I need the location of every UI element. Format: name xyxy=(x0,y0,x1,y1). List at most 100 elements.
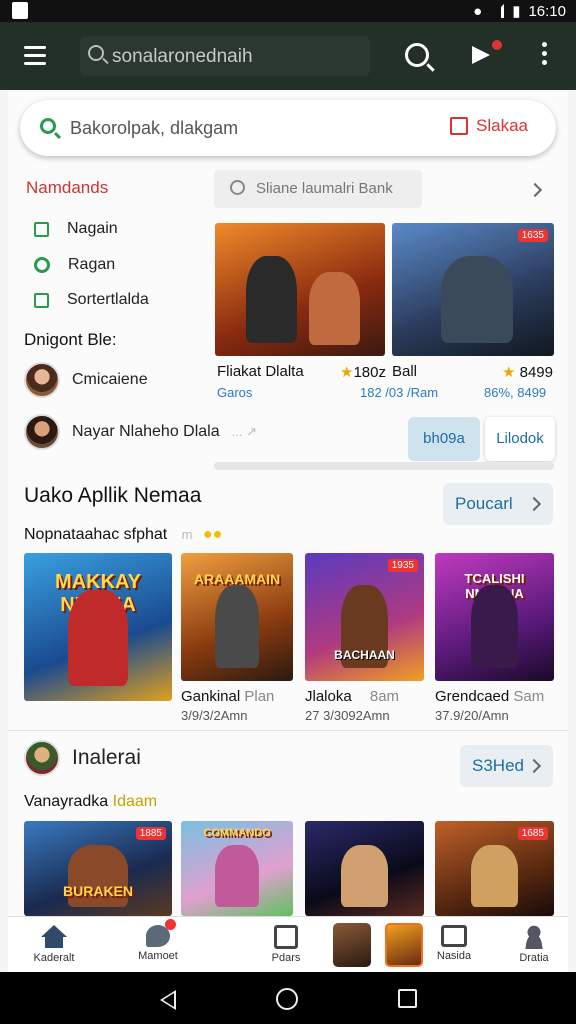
section-subtitle-text: Nopnataahac sfphat xyxy=(24,526,168,543)
check-icon xyxy=(34,292,49,308)
main-search-input[interactable]: Bakorolpak, dlakgam Slakaa xyxy=(20,100,556,156)
chevron-right-icon[interactable] xyxy=(527,182,543,198)
game-badge: 1885 xyxy=(135,827,166,840)
featured-game-art-1[interactable] xyxy=(215,223,385,356)
game-card-art-5[interactable]: 1885 BURAKEN xyxy=(24,821,172,916)
back-icon[interactable] xyxy=(160,990,176,1010)
game-name: Grendcaed Sam xyxy=(435,688,544,705)
sidebar-item-1[interactable]: Nagain xyxy=(34,220,118,238)
game-name: Jlaloka 8am xyxy=(305,688,399,705)
game-rating: ★ 8499 xyxy=(502,364,553,381)
sidebar-title: Namdands xyxy=(26,178,109,197)
nav-label: Nasida xyxy=(436,950,472,962)
menu-icon[interactable] xyxy=(24,46,46,65)
nav-item-mamoet[interactable]: Mamoet xyxy=(118,917,198,973)
game-card-art-2[interactable]: ARAAAMAIN xyxy=(181,553,293,681)
chevron-right-icon xyxy=(526,758,542,774)
status-time: 16:10 xyxy=(528,2,566,20)
main-search-placeholder: Bakorolpak, dlakgam xyxy=(70,118,239,138)
game-card-art-3[interactable]: 1935 BACHAAN xyxy=(305,553,424,681)
nav-item-pdars[interactable]: Pdars xyxy=(246,917,326,973)
search-icon xyxy=(230,180,245,195)
game-badge: 1935 xyxy=(387,559,418,572)
section-subtitle: Vanayradka Idaam xyxy=(24,793,157,811)
section-more-label: Poucarl xyxy=(455,494,513,513)
people-title: Dnigont Ble: xyxy=(24,330,117,349)
game-badge: 1685 xyxy=(517,827,548,840)
message-icon xyxy=(441,925,467,947)
divider xyxy=(8,730,568,731)
section-subtitle: Nopnataahac sfphat m ●● xyxy=(24,526,222,544)
nav-label: Kaderalt xyxy=(33,952,75,964)
person-item-1[interactable]: Cmicaiene xyxy=(24,362,148,398)
game-card-art-7[interactable] xyxy=(305,821,424,916)
nav-label: Mamoet xyxy=(138,950,178,962)
megaphone-icon[interactable] xyxy=(470,40,502,70)
game-rating-value: 180z xyxy=(353,364,386,381)
nav-item-home[interactable]: Kaderalt xyxy=(14,917,94,973)
game-card-art-6[interactable]: COMMANDO xyxy=(181,821,293,916)
game-rating: ★180z xyxy=(340,364,386,381)
home-circle-icon[interactable] xyxy=(276,988,298,1010)
sidebar-item-label: Ragan xyxy=(68,256,116,273)
section-more-button[interactable]: Poucarl xyxy=(443,483,553,525)
game-name: Gankinal Plan xyxy=(181,688,274,705)
featured-search-input[interactable]: Sliane laumalri Bank xyxy=(214,170,422,208)
section-more-label: S3Hed xyxy=(472,756,524,775)
game-card-art-1[interactable]: MAKKAY NIENEA xyxy=(24,553,172,701)
game-card-art-8[interactable]: 1685 xyxy=(435,821,554,916)
nav-label: Dratia xyxy=(519,952,549,964)
game-meta: 3/9/3/2Amn xyxy=(181,708,248,723)
emoji-icon: ●● xyxy=(202,526,223,543)
primary-button[interactable]: bh09a xyxy=(408,417,480,461)
game-tag: Plan xyxy=(244,688,275,705)
game-meta: 86%, 8499 xyxy=(484,385,547,400)
search-action-label: Slakaa xyxy=(476,116,528,135)
art-title: BACHAAN xyxy=(334,648,395,662)
section-title: Uako Apllik Nemaa xyxy=(24,484,202,507)
chat-badge-icon xyxy=(146,919,176,947)
person-item-2[interactable]: Nayar Nlaheho Dlala ... ↗ xyxy=(24,414,257,450)
game-meta: 27 3/3092Amn xyxy=(305,708,390,723)
main-content: Bakorolpak, dlakgam Slakaa Namdands Naga… xyxy=(8,90,568,916)
game-badge: 1635 xyxy=(517,229,548,242)
featured-game-art-2[interactable]: 1635 xyxy=(392,223,554,356)
sidebar-item-label: Nagain xyxy=(67,220,118,237)
game-title: Grendcaed xyxy=(435,688,510,705)
search-action-button[interactable]: Slakaa xyxy=(450,116,528,136)
system-nav-bar xyxy=(0,972,576,1024)
avatar xyxy=(24,414,60,450)
nav-item-nasida[interactable]: Nasida xyxy=(414,917,494,973)
bottom-nav: Kaderalt Mamoet Pdars Nasida Dratia xyxy=(8,916,568,972)
more-icon[interactable] xyxy=(540,40,548,70)
section-title: Inalerai xyxy=(72,746,141,769)
recents-icon[interactable] xyxy=(398,989,417,1008)
game-card-art-4[interactable]: TCALISHI NMMENA xyxy=(435,553,554,681)
news-icon xyxy=(274,925,298,949)
avatar xyxy=(24,362,60,398)
status-bar: ● ▮ 16:10 xyxy=(0,0,576,22)
top-search-input[interactable]: sonalaronednaih xyxy=(80,36,370,76)
app-bar: sonalaronednaih xyxy=(0,22,576,90)
person-name: Nayar Nlaheho Dlala xyxy=(72,423,220,440)
search-icon[interactable] xyxy=(405,43,429,67)
nav-item-dratia[interactable]: Dratia xyxy=(494,917,574,973)
game-title: Jlaloka xyxy=(305,688,352,705)
chevron-right-icon xyxy=(526,496,542,512)
sidebar-item-2[interactable]: Ragan xyxy=(34,256,115,274)
art-title: COMMANDO xyxy=(203,827,271,839)
section2-header: Inalerai xyxy=(24,740,141,776)
featured-search-placeholder: Sliane laumalri Bank xyxy=(256,180,393,197)
wifi-icon: ● xyxy=(473,2,483,20)
section-more-button[interactable]: S3Hed xyxy=(460,745,553,787)
person-more: ... ↗ xyxy=(231,424,257,439)
secondary-button[interactable]: Lilodok xyxy=(485,417,555,461)
search-icon xyxy=(40,118,56,134)
game-tag: 8am xyxy=(369,688,400,705)
notification-dot xyxy=(492,40,502,50)
game-rating-value: 8499 xyxy=(519,364,553,381)
sidebar-item-3[interactable]: Sortertlalda xyxy=(34,291,149,309)
game-thumb-1[interactable] xyxy=(333,923,371,967)
square-icon xyxy=(34,221,49,237)
top-search-placeholder: sonalaronednaih xyxy=(112,46,253,67)
